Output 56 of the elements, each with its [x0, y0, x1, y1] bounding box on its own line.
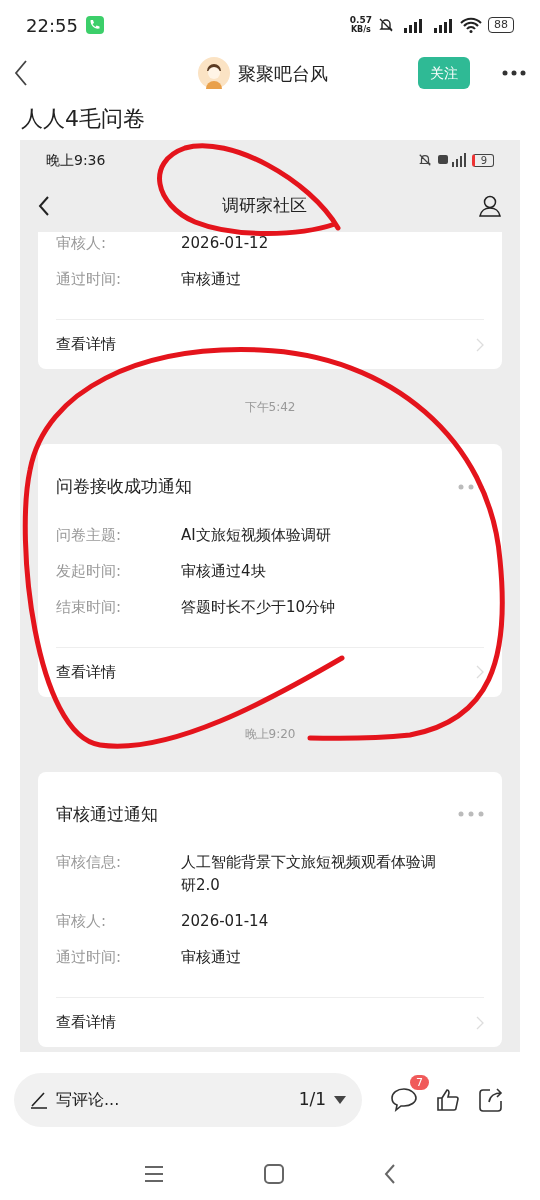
field-label: 结束时间: — [56, 596, 123, 618]
caret-icon[interactable] — [334, 1096, 346, 1104]
field-label: 发起时间: — [56, 560, 123, 582]
back-icon[interactable] — [38, 196, 50, 216]
timestamp: 晚上9:20 — [244, 726, 296, 743]
field-value: 审核通过 — [181, 947, 241, 968]
battery-indicator: 88 — [488, 17, 514, 33]
comment-icon[interactable] — [390, 1087, 418, 1113]
field-value: 2026-01-14 — [181, 911, 269, 932]
field-value: 审核通过 — [181, 269, 241, 290]
comment-field[interactable]: 写评论... 1/1 — [14, 1073, 362, 1127]
details-link[interactable]: 查看详情 — [56, 333, 116, 356]
bell-muted-icon — [417, 153, 432, 167]
details-link[interactable]: 查看详情 — [56, 660, 116, 684]
phone-icon — [85, 16, 104, 34]
nav-title: 调研家社区 — [221, 194, 307, 218]
timestamp: 下午5:42 — [244, 398, 296, 416]
menu-icon[interactable] — [144, 1165, 164, 1183]
speed-unit: KB/s — [350, 25, 371, 34]
share-icon[interactable] — [478, 1087, 504, 1113]
signal-icon — [437, 153, 466, 167]
field-label: 问卷主题: — [56, 524, 123, 546]
chevron-icon — [476, 1015, 484, 1030]
field-value: 审核通过4块 — [181, 560, 266, 582]
comment-placeholder: 写评论... — [56, 1089, 120, 1111]
field-label: 审核信息: — [56, 852, 123, 873]
network-speed: 0.57 — [349, 16, 372, 25]
field-label: 通过时间: — [56, 269, 123, 290]
wifi-icon — [460, 17, 482, 33]
more-icon[interactable] — [502, 70, 526, 76]
comment-count-badge: 7 — [410, 1075, 429, 1090]
person-icon[interactable] — [478, 194, 502, 218]
avatar — [198, 57, 230, 89]
field-value: 人工智能背景下文旅短视频观看体验调研2.0 — [181, 852, 437, 896]
pencil-icon — [30, 1091, 48, 1109]
field-value: 答题时长不少于10分钟 — [181, 596, 336, 618]
author-name[interactable]: 聚聚吧台风 — [238, 59, 328, 87]
post-title: 人人4毛问卷 — [21, 104, 145, 133]
status-time: 22:55 — [26, 13, 78, 38]
battery-indicator: 9 — [471, 153, 494, 167]
thumbs-up-icon[interactable] — [436, 1088, 460, 1112]
field-value: AI文旅短视频体验调研 — [181, 524, 331, 546]
details-link[interactable]: 查看详情 — [56, 1011, 116, 1034]
status-time: 晚上9:36 — [46, 150, 106, 170]
back-icon[interactable] — [14, 60, 28, 86]
chevron-icon — [476, 665, 484, 679]
page-indicator[interactable]: 1/1 — [298, 1087, 326, 1113]
field-label: 审核人: — [56, 233, 108, 254]
field-label: 通过时间: — [56, 947, 123, 968]
card-title: 问卷接收成功通知 — [56, 475, 192, 498]
bell-muted-icon — [378, 17, 394, 33]
card-title: 审核通过通知 — [56, 802, 158, 826]
field-value: 2026-01-12 — [181, 233, 269, 254]
field-label: 审核人: — [56, 911, 108, 932]
chevron-icon — [476, 337, 484, 352]
home-icon[interactable] — [264, 1164, 284, 1184]
